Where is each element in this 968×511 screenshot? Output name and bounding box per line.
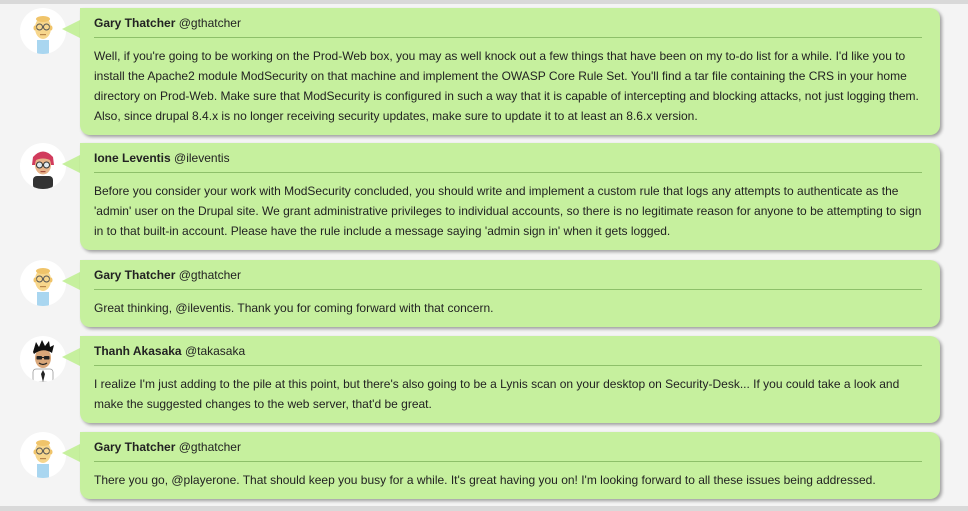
author-name[interactable]: Thanh Akasaka bbox=[94, 344, 182, 358]
bald-man-glasses-icon bbox=[20, 432, 66, 478]
message-header: Gary Thatcher @gthatcher bbox=[94, 268, 922, 290]
message-header: Gary Thatcher @gthatcher bbox=[94, 440, 922, 462]
author-handle[interactable]: @gthatcher bbox=[179, 16, 241, 30]
author-handle[interactable]: @gthatcher bbox=[179, 268, 241, 282]
message-text: Well, if you're going to be working on t… bbox=[94, 49, 919, 123]
author-handle[interactable]: @ileventis bbox=[174, 151, 230, 165]
message-text: Before you consider your work with ModSe… bbox=[94, 184, 922, 238]
bubble-tail bbox=[62, 348, 80, 366]
author-handle[interactable]: @takasaka bbox=[185, 344, 245, 358]
bubble-tail bbox=[62, 20, 80, 38]
message-bubble: Gary Thatcher @gthatcher Well, if you're… bbox=[80, 8, 940, 135]
chat-feed[interactable]: Gary Thatcher @gthatcher Well, if you're… bbox=[0, 0, 968, 511]
message-header: Thanh Akasaka @takasaka bbox=[94, 344, 922, 366]
woman-red-hair-glasses-icon bbox=[20, 143, 66, 189]
bubble-tail bbox=[62, 272, 80, 290]
man-black-hair-tie-icon bbox=[20, 336, 66, 382]
message-header: Gary Thatcher @gthatcher bbox=[94, 16, 922, 38]
message-text: There you go, @playerone. That should ke… bbox=[94, 473, 876, 487]
author-handle[interactable]: @gthatcher bbox=[179, 440, 241, 454]
message-header: Ione Leventis @ileventis bbox=[94, 151, 922, 173]
author-name[interactable]: Ione Leventis bbox=[94, 151, 171, 165]
bottom-border bbox=[0, 506, 968, 511]
message-text: I realize I'm just adding to the pile at… bbox=[94, 377, 900, 411]
author-name[interactable]: Gary Thatcher bbox=[94, 268, 175, 282]
bald-man-glasses-icon bbox=[20, 260, 66, 306]
message-bubble: Thanh Akasaka @takasaka I realize I'm ju… bbox=[80, 336, 940, 423]
message-text: Great thinking, @ileventis. Thank you fo… bbox=[94, 301, 494, 315]
author-name[interactable]: Gary Thatcher bbox=[94, 440, 175, 454]
bald-man-glasses-icon bbox=[20, 8, 66, 54]
bubble-tail bbox=[62, 444, 80, 462]
bubble-tail bbox=[62, 155, 80, 173]
message-bubble: Ione Leventis @ileventis Before you cons… bbox=[80, 143, 940, 250]
message-bubble: Gary Thatcher @gthatcher There you go, @… bbox=[80, 432, 940, 499]
author-name[interactable]: Gary Thatcher bbox=[94, 16, 175, 30]
message-bubble: Gary Thatcher @gthatcher Great thinking,… bbox=[80, 260, 940, 327]
